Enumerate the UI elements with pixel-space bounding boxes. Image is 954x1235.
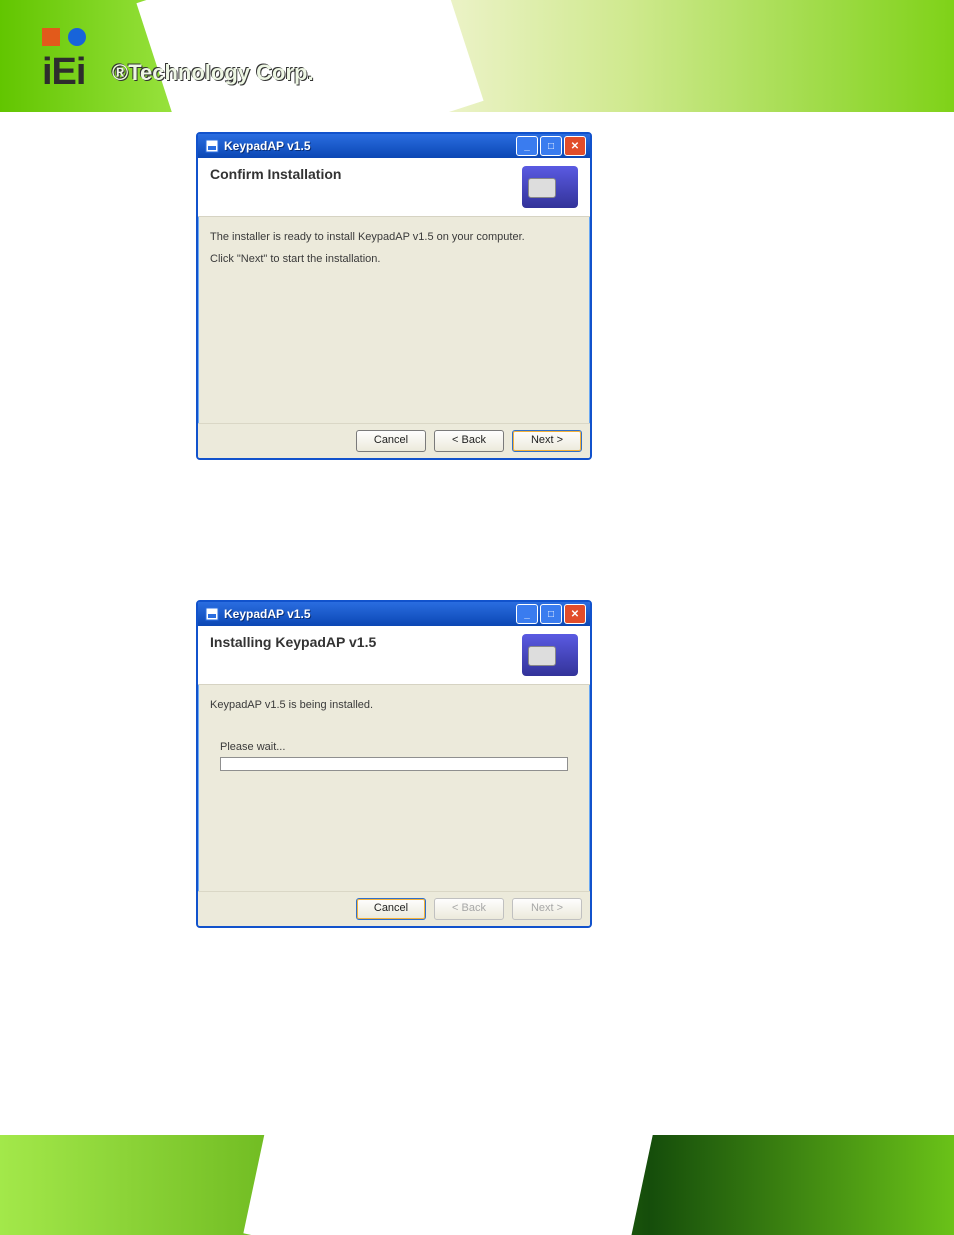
logo-text: iEi: [42, 51, 85, 93]
dialog-header-pane: Installing KeypadAP v1.5: [198, 626, 590, 685]
button-row: Cancel < Back Next >: [198, 891, 590, 926]
logo-square-red-icon: [42, 28, 60, 46]
page-footer-banner: [0, 1135, 954, 1235]
install-graphic-icon: [522, 634, 578, 676]
confirm-installation-dialog: KeypadAP v1.5 _ □ ✕ Confirm Installation…: [196, 132, 592, 460]
minimize-button[interactable]: _: [516, 604, 538, 624]
body-line-1: KeypadAP v1.5 is being installed.: [210, 699, 578, 711]
dialog-body: KeypadAP v1.5 is being installed. Please…: [198, 685, 590, 781]
window-title: KeypadAP v1.5: [224, 607, 514, 621]
back-button[interactable]: < Back: [434, 430, 504, 452]
dialog-heading: Installing KeypadAP v1.5: [210, 634, 522, 684]
minimize-button[interactable]: _: [516, 136, 538, 156]
cancel-button[interactable]: Cancel: [356, 430, 426, 452]
progress-label: Please wait...: [220, 741, 574, 753]
window-title: KeypadAP v1.5: [224, 139, 514, 153]
installer-icon: [204, 138, 220, 154]
close-button[interactable]: ✕: [564, 136, 586, 156]
brand-logo: iEi: [42, 28, 90, 94]
button-row: Cancel < Back Next >: [198, 423, 590, 458]
header-wedge-shape: [136, 0, 483, 112]
brand-tagline: ®Technology Corp.: [112, 60, 314, 86]
page-header-banner: iEi ®Technology Corp.: [0, 0, 954, 112]
maximize-button[interactable]: □: [540, 136, 562, 156]
dialog-header-pane: Confirm Installation: [198, 158, 590, 217]
install-graphic-icon: [522, 166, 578, 208]
installer-icon: [204, 606, 220, 622]
next-button: Next >: [512, 898, 582, 920]
logo-circle-blue-icon: [68, 28, 86, 46]
dialog-heading: Confirm Installation: [210, 166, 522, 216]
back-button: < Back: [434, 898, 504, 920]
footer-wedge-shape: [243, 1135, 656, 1235]
titlebar[interactable]: KeypadAP v1.5 _ □ ✕: [198, 134, 590, 158]
progress-bar: [220, 757, 568, 771]
cancel-button[interactable]: Cancel: [356, 898, 426, 920]
titlebar[interactable]: KeypadAP v1.5 _ □ ✕: [198, 602, 590, 626]
body-line-2: Click "Next" to start the installation.: [210, 253, 578, 265]
installing-dialog: KeypadAP v1.5 _ □ ✕ Installing KeypadAP …: [196, 600, 592, 928]
close-button[interactable]: ✕: [564, 604, 586, 624]
body-line-1: The installer is ready to install Keypad…: [210, 231, 578, 243]
next-button[interactable]: Next >: [512, 430, 582, 452]
dialog-body: The installer is ready to install Keypad…: [198, 217, 590, 285]
maximize-button[interactable]: □: [540, 604, 562, 624]
